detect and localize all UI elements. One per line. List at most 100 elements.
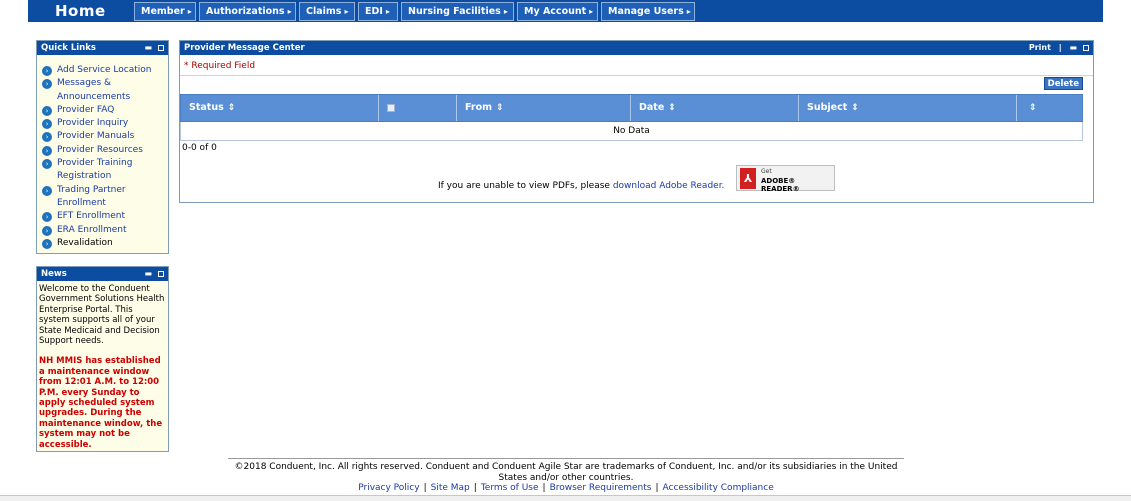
separator: | [1058,43,1062,52]
quick-link-provider-training[interactable]: › Provider Training Registration [42,157,168,184]
separator: | [423,483,427,493]
delete-button[interactable]: Delete [1043,77,1083,90]
sort-icon: ⇕ [227,103,236,113]
quick-link-provider-faq[interactable]: › Provider FAQ [42,104,168,117]
arrow-circle-icon: › [42,79,52,90]
quick-link-revalidation[interactable]: › Revalidation [42,237,168,250]
news-panel: News ▬ Welcome to the Conduent Governmen… [36,266,169,452]
maximize-icon[interactable] [158,270,164,277]
quick-links-header: Quick Links ▬ [37,41,168,55]
maximize-icon[interactable] [1083,44,1089,51]
column-status[interactable]: Status ⇕ [181,95,379,121]
table-header: Status ⇕ From ⇕ Date ⇕ Subject ⇕ ⇕ [180,94,1083,122]
triangle-right-icon: ▸ [287,7,292,16]
sort-icon: ⇕ [851,103,859,113]
quick-link-messages[interactable]: › Messages & Announcements [42,77,168,104]
minimize-icon[interactable]: ▬ [144,267,152,281]
column-extra[interactable]: ⇕ [1017,95,1082,121]
terms-of-use-link[interactable]: Terms of Use [481,483,539,493]
download-adobe-link[interactable]: download Adobe Reader. [613,181,725,191]
column-label: Subject [807,102,848,113]
sort-icon: ⇕ [1029,103,1037,113]
quick-link-label: Provider Training Registration [57,158,133,182]
arrow-circle-icon: › [42,105,52,116]
column-date[interactable]: Date ⇕ [631,95,799,121]
column-subject[interactable]: Subject ⇕ [799,95,1017,121]
arrow-circle-icon: › [42,185,52,196]
adobe-get-label: Get [761,168,772,175]
pdf-notice: If you are unable to view PDFs, please d… [438,181,724,191]
triangle-right-icon: ▸ [686,7,691,16]
menu-manage-users[interactable]: Manage Users ▸ [601,2,695,21]
copyright-text: ©2018 Conduent, Inc. All rights reserved… [234,462,898,483]
browser-status-bar [0,495,1131,501]
quick-link-eft-enrollment[interactable]: › EFT Enrollment [42,210,168,223]
quick-link-label: ERA Enrollment [57,224,127,235]
quick-links-panel: Quick Links ▬ › Add Service Location › Mes… [36,40,169,254]
menu-authorizations[interactable]: Authorizations ▸ [199,2,296,21]
news-welcome: Welcome to the Conduent Government Solut… [39,284,165,347]
menu-nursing-facilities[interactable]: Nursing Facilities ▸ [401,2,514,21]
column-from[interactable]: From ⇕ [457,95,631,121]
no-data-row: No Data [180,122,1083,141]
quick-links-list: › Add Service Location › Messages & Announ… [37,55,168,250]
quick-link-provider-resources[interactable]: › Provider Resources [42,144,168,157]
menu-claims[interactable]: Claims ▸ [299,2,355,21]
arrow-circle-icon: › [42,225,52,236]
menu-label: Member [141,6,185,17]
adobe-reader-label: ADOBE® READER® [761,177,800,193]
triangle-right-icon: ▸ [503,7,508,16]
quick-link-label: Provider FAQ [57,104,115,115]
get-adobe-reader-button[interactable]: ⅄ Get ADOBE® READER® [736,165,835,193]
arrow-circle-icon: › [42,145,52,156]
adobe-logo-icon: ⅄ [740,168,756,189]
news-header: News ▬ [37,267,168,281]
minimize-icon[interactable]: ▬ [1069,41,1077,55]
news-body: Welcome to the Conduent Government Solut… [37,281,168,453]
quick-link-label: Revalidation [57,237,113,248]
select-all-checkbox[interactable] [387,103,395,112]
quick-link-add-service-location[interactable]: › Add Service Location [42,64,168,77]
column-label: Status [189,102,224,113]
triangle-right-icon: ▸ [187,7,192,16]
separator: | [473,483,477,493]
footer-divider [228,458,904,459]
maximize-icon[interactable] [158,44,164,51]
quick-link-label: Provider Inquiry [57,118,129,129]
site-map-link[interactable]: Site Map [431,483,470,493]
quick-link-trading-partner[interactable]: › Trading Partner Enrollment [42,184,168,211]
browser-requirements-link[interactable]: Browser Requirements [550,483,652,493]
print-link[interactable]: Print [1029,43,1051,52]
column-label: From [465,102,492,113]
arrow-circle-icon: › [42,159,52,170]
quick-link-label: Provider Resources [57,144,143,155]
separator: | [655,483,659,493]
quick-link-provider-inquiry[interactable]: › Provider Inquiry [42,117,168,130]
message-center-header: Provider Message Center Print | ▬ [180,41,1093,55]
news-title: News [41,269,67,279]
quick-link-label: Messages & Announcements [57,78,131,102]
menu-label: EDI [365,6,383,17]
top-nav-bar: Home Member ▸ Authorizations ▸ Claims ▸ EDI… [28,0,1103,22]
divider [180,75,1093,76]
quick-link-provider-manuals[interactable]: › Provider Manuals [42,130,168,143]
menu-edi[interactable]: EDI ▸ [358,2,398,21]
quick-link-label: EFT Enrollment [57,211,126,222]
required-field-note: * Required Field [184,61,256,71]
quick-link-era-enrollment[interactable]: › ERA Enrollment [42,224,168,237]
sort-icon: ⇕ [496,103,504,113]
menu-label: My Account [524,6,587,17]
privacy-policy-link[interactable]: Privacy Policy [358,483,419,493]
arrow-circle-icon: › [42,66,52,76]
messages-table: Status ⇕ From ⇕ Date ⇕ Subject ⇕ ⇕ No Data [180,94,1083,141]
menu-member[interactable]: Member ▸ [134,2,196,21]
quick-link-label: Trading Partner Enrollment [57,184,126,208]
triangle-right-icon: ▸ [344,7,349,16]
menu-label: Nursing Facilities [408,6,501,17]
triangle-right-icon: ▸ [589,7,594,16]
minimize-icon[interactable]: ▬ [144,41,152,55]
home-link[interactable]: Home [55,2,106,20]
accessibility-compliance-link[interactable]: Accessibility Compliance [663,483,774,493]
menu-label: Authorizations [206,6,285,17]
menu-my-account[interactable]: My Account ▸ [517,2,598,21]
